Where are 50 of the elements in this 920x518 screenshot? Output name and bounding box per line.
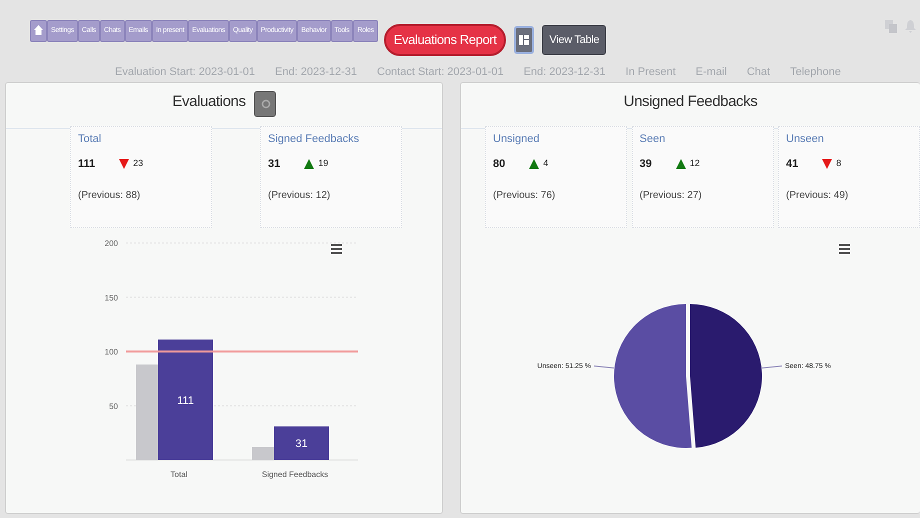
refresh-button[interactable] bbox=[254, 91, 276, 117]
delta-value: 8 bbox=[836, 157, 842, 170]
axis-tick-label: 100 bbox=[104, 348, 118, 356]
delta-value: 4 bbox=[543, 157, 548, 170]
axis-tick-label: 150 bbox=[104, 293, 118, 302]
home-button[interactable] bbox=[30, 20, 47, 42]
previous-value: (Previous: 76) bbox=[493, 189, 556, 203]
stat-value: 31 bbox=[268, 156, 280, 172]
stat-title: Total bbox=[78, 132, 102, 147]
panel-title: Evaluations bbox=[172, 92, 246, 112]
delta-value: 23 bbox=[133, 157, 144, 170]
leader-line bbox=[594, 366, 614, 368]
filter-label: In Present bbox=[626, 65, 676, 80]
bar-value-label: 111 bbox=[177, 394, 194, 407]
filter-label: Evaluation Start: 2023-01-01 bbox=[115, 65, 256, 80]
category-label: Signed Feedbacks bbox=[262, 470, 328, 479]
category-label: Total bbox=[170, 470, 188, 479]
view-table-button[interactable]: View Table bbox=[542, 25, 606, 55]
filter-label: End: 2023-12-31 bbox=[275, 65, 357, 80]
bar-value-label: 31 bbox=[295, 438, 308, 450]
leader-line bbox=[762, 366, 782, 368]
previous-value: (Previous: 88) bbox=[78, 189, 142, 203]
home-icon bbox=[34, 25, 43, 36]
grid-button[interactable] bbox=[514, 26, 534, 54]
stat-value: 80 bbox=[493, 156, 506, 172]
previous-value: (Previous: 27) bbox=[640, 189, 703, 203]
filter-label: Telephone bbox=[790, 65, 841, 80]
filter-label: End: 2023-12-31 bbox=[524, 65, 606, 80]
filter-label: E-mail bbox=[696, 65, 727, 80]
filter-label: Chat bbox=[746, 65, 770, 80]
delta-value: 19 bbox=[318, 157, 328, 170]
axis-tick-label: 50 bbox=[109, 402, 118, 411]
panel-title: Unsigned Feedbacks bbox=[624, 92, 758, 112]
axis-tick-label: 200 bbox=[104, 239, 118, 248]
stat-value: 41 bbox=[786, 156, 798, 172]
previous-value: (Previous: 49) bbox=[786, 189, 850, 203]
stat-title: Unseen bbox=[786, 132, 825, 147]
evaluations-report-button[interactable]: Evaluations Report bbox=[384, 24, 506, 56]
previous-value: (Previous: 12) bbox=[268, 189, 332, 203]
circle-icon bbox=[260, 99, 271, 110]
grid-icon bbox=[519, 34, 530, 45]
menu-icon[interactable] bbox=[331, 244, 342, 254]
stat-title: Unsigned bbox=[493, 132, 540, 147]
stat-title: Signed Feedbacks bbox=[268, 132, 360, 147]
stat-value: 111 bbox=[78, 156, 96, 172]
filter-label: Contact Start: 2023-01-01 bbox=[377, 65, 504, 80]
delta-value: 12 bbox=[690, 157, 700, 170]
stat-title: Seen bbox=[640, 132, 666, 147]
menu-icon[interactable] bbox=[839, 244, 850, 254]
stat-value: 39 bbox=[640, 156, 652, 172]
